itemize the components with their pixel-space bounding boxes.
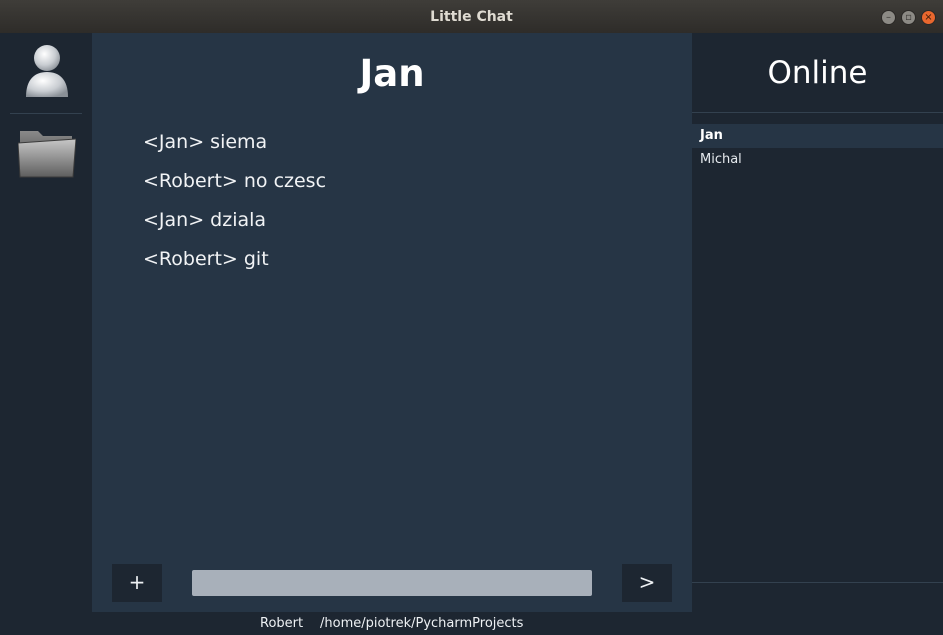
online-user-item[interactable]: Michal [692,148,943,172]
status-path: /home/piotrek/PycharmProjects [320,616,524,631]
user-icon[interactable] [24,43,70,99]
chat-panel: Jan <Jan> siema <Robert> no czesc <Jan> … [92,33,692,612]
chat-title: Jan [359,52,425,95]
sidebar [0,33,92,612]
close-icon[interactable]: × [921,10,936,25]
message: <Robert> git [143,248,269,270]
title-bar[interactable]: Little Chat – ▫ × [0,0,943,34]
online-divider [692,112,943,113]
online-panel: Online Jan Michal [692,33,943,612]
sidebar-divider [10,113,82,114]
minimize-icon[interactable]: – [881,10,896,25]
add-button[interactable]: + [112,564,162,602]
online-title: Online [767,55,868,91]
send-button[interactable]: > [622,564,672,602]
status-username: Robert [260,616,304,631]
message-input[interactable] [192,570,592,596]
online-bottom-divider [692,582,943,583]
message: <Jan> dziala [143,209,267,231]
folder-icon[interactable] [18,125,76,179]
online-user-list: Jan Michal [692,124,943,172]
status-bar: Robert /home/piotrek/PycharmProjects [0,612,943,635]
window-title: Little Chat [430,9,513,25]
message-list: <Jan> siema <Robert> no czesc <Jan> dzia… [143,129,663,285]
maximize-icon[interactable]: ▫ [901,10,916,25]
online-user-item[interactable]: Jan [692,124,943,148]
message: <Jan> siema [143,131,268,153]
message: <Robert> no czesc [143,170,327,192]
